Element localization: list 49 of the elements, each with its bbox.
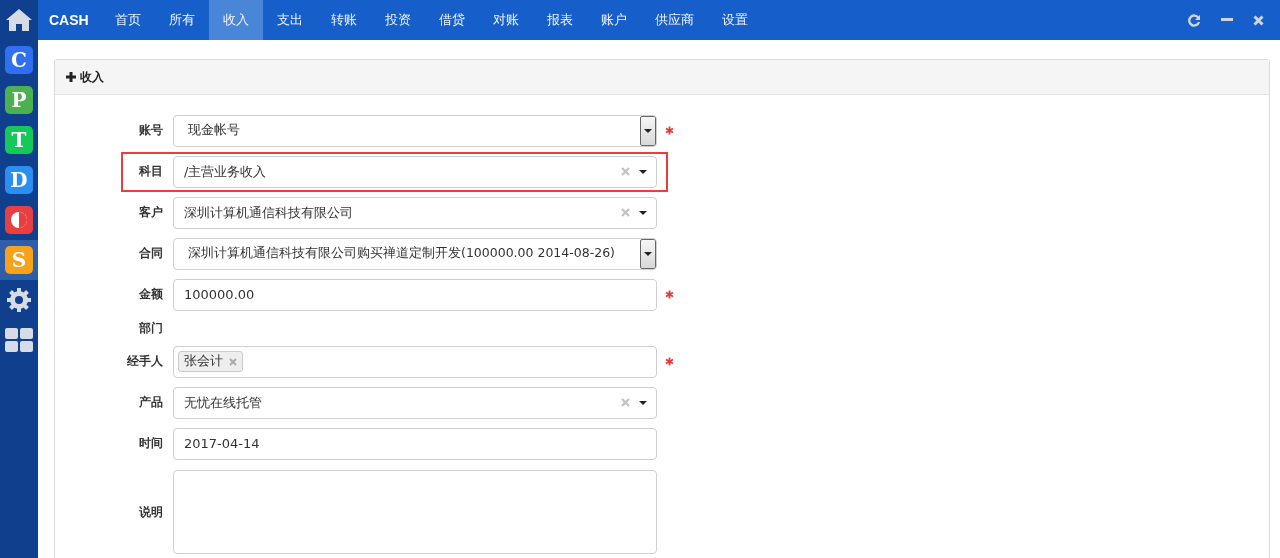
caret-icon — [644, 128, 652, 133]
tag-input-field[interactable]: 张会计 — [173, 345, 657, 378]
half-circle-app-icon[interactable] — [5, 206, 33, 234]
field-label: 客户 — [138, 204, 163, 221]
refresh-icon[interactable] — [1188, 13, 1201, 27]
nav-tab[interactable]: 支出 — [262, 0, 317, 40]
brand-name: CASH — [48, 11, 90, 30]
nav-tab[interactable]: 首页 — [100, 0, 155, 40]
field-label: 合同 — [138, 245, 163, 262]
tag-label: 张会计 — [184, 353, 223, 370]
caret-icon — [639, 210, 647, 215]
nav-tab[interactable]: 所有 — [154, 0, 209, 40]
field-label: 产品 — [138, 394, 163, 411]
caret-icon — [639, 169, 647, 174]
nav-tab[interactable]: 报表 — [532, 0, 587, 40]
description-field[interactable] — [173, 470, 657, 554]
nav-tab[interactable]: 转账 — [316, 0, 371, 40]
field-label: 金额 — [138, 286, 163, 303]
nav-tab[interactable]: 对账 — [478, 0, 533, 40]
field-label: 部门 — [138, 319, 163, 337]
nav-tab[interactable]: 收入 — [208, 0, 263, 40]
nav-tab[interactable]: 供应商 — [640, 0, 708, 40]
minimize-icon[interactable] — [1221, 18, 1233, 22]
combo-field[interactable]: 深圳计算机通信科技有限公司 — [173, 196, 657, 229]
field-label: 说明 — [138, 503, 163, 521]
home-icon[interactable] — [5, 8, 33, 32]
settings-icon[interactable] — [6, 287, 32, 313]
input-field[interactable]: 100000.00 — [173, 278, 657, 311]
caret-icon — [644, 251, 652, 256]
select-field[interactable]: 深圳计算机通信科技有限公司购买禅道定制开发(100000.00 2014-08-26) — [173, 237, 657, 270]
combo-field[interactable]: 无忧在线托管 — [173, 386, 657, 419]
nav-tab[interactable]: 设置 — [707, 0, 762, 40]
field-label: 科目 — [138, 163, 163, 180]
select-field[interactable]: 现金帐号 — [173, 114, 657, 147]
combo-field[interactable]: /主营业务收入 — [173, 155, 657, 188]
caret-icon — [639, 400, 647, 405]
input-field[interactable]: 2017-04-14 — [173, 427, 657, 460]
field-label: 账号 — [138, 122, 163, 139]
plus-icon — [66, 72, 76, 82]
app-tile[interactable]: C — [5, 46, 33, 74]
field-label: 经手人 — [126, 353, 163, 370]
field-label: 时间 — [138, 435, 163, 452]
grid-icon[interactable] — [5, 328, 33, 352]
nav-tab[interactable]: 借贷 — [424, 0, 479, 40]
close-icon[interactable] — [1253, 14, 1264, 26]
nav-tab[interactable]: 投资 — [370, 0, 425, 40]
panel-title: 收入 — [80, 68, 104, 86]
nav-tab[interactable]: 账户 — [586, 0, 641, 40]
app-tile[interactable]: D — [5, 166, 33, 194]
